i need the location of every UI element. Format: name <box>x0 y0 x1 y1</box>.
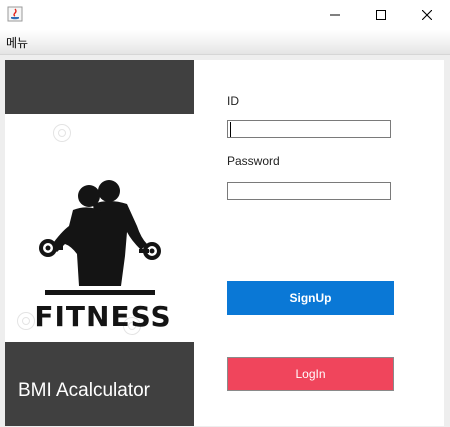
password-label: Password <box>227 154 280 168</box>
logo-text: FITNESS <box>34 300 172 333</box>
id-field[interactable] <box>227 120 391 138</box>
menu-bar: 메뉴 <box>0 30 450 55</box>
bodybuilders-icon <box>39 180 161 295</box>
java-icon <box>7 6 23 22</box>
close-icon <box>422 10 432 20</box>
minimize-icon <box>330 14 340 16</box>
left-header-block <box>5 60 194 114</box>
minimize-button[interactable] <box>312 0 358 30</box>
watermark-icon <box>53 124 71 142</box>
close-button[interactable] <box>404 0 450 30</box>
id-label: ID <box>227 94 239 108</box>
client-area: FITNESS BMI Acalculator ID Password Sign… <box>0 55 450 427</box>
signup-button[interactable]: SignUp <box>227 281 394 315</box>
maximize-icon <box>376 10 386 20</box>
text-caret <box>230 122 231 137</box>
login-button[interactable]: LogIn <box>227 357 394 391</box>
title-bar <box>0 0 450 30</box>
fitness-logo-image: FITNESS <box>5 114 194 342</box>
left-footer-block: BMI Acalculator <box>5 342 194 426</box>
app-title: BMI Acalculator <box>18 380 150 401</box>
main-panel: FITNESS BMI Acalculator ID Password Sign… <box>5 60 444 426</box>
menu-item-menu[interactable]: 메뉴 <box>6 34 28 51</box>
password-field[interactable] <box>227 182 391 200</box>
maximize-button[interactable] <box>358 0 404 30</box>
